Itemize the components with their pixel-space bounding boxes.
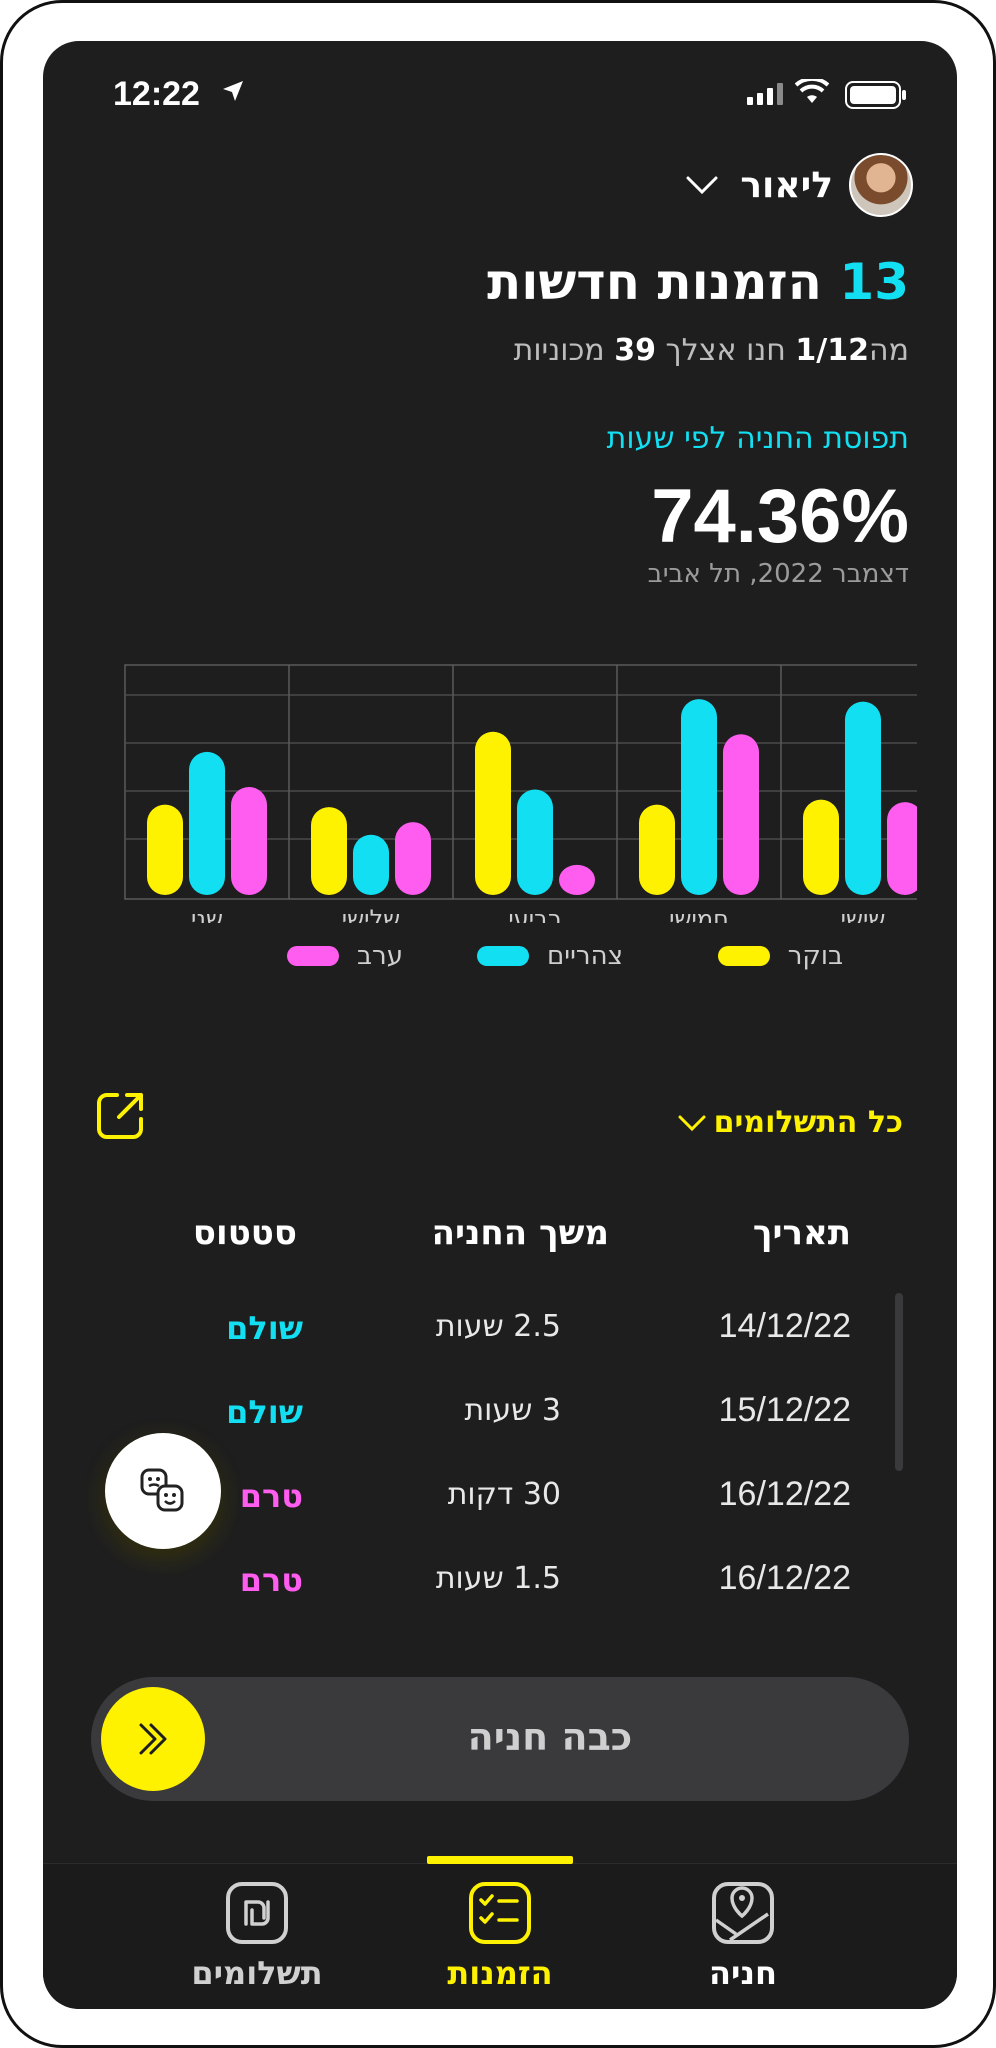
column-header-duration[interactable]: משך החניה bbox=[432, 1213, 609, 1253]
chevron-down-icon bbox=[686, 176, 718, 195]
legend-swatch-evening bbox=[287, 946, 340, 966]
chart-bar bbox=[517, 789, 553, 895]
row-date: 14/12/22 bbox=[718, 1307, 851, 1345]
new-bookings-title: 13 הזמנות חדשות bbox=[487, 253, 909, 311]
tab-parking[interactable]: חניה bbox=[643, 1880, 843, 1992]
parking-summary: מה1/12 חנו אצלך 39 מכוניות bbox=[514, 333, 909, 368]
chart-category-label: רביעי bbox=[508, 905, 561, 923]
tab-label-payments: תשלומים bbox=[191, 1954, 323, 1992]
row-duration: 3 שעות bbox=[464, 1393, 561, 1428]
chart-bar bbox=[231, 787, 267, 895]
slider-label: כבה חניה bbox=[467, 1715, 633, 1759]
new-bookings-label: הזמנות חדשות bbox=[487, 253, 822, 311]
summary-prefix: מה bbox=[869, 333, 909, 368]
occupancy-bar-chart: שני שלישי רביעי חמישי שישי bbox=[124, 664, 917, 923]
table-scrollbar[interactable] bbox=[895, 1293, 903, 1471]
chart-bar bbox=[311, 807, 347, 895]
location-arrow-icon bbox=[223, 81, 243, 101]
summary-suffix: מכוניות bbox=[513, 333, 605, 368]
wifi-icon bbox=[795, 79, 829, 103]
row-duration: 1.5 שעות bbox=[435, 1561, 561, 1596]
avatar[interactable] bbox=[849, 153, 913, 217]
summary-date: 1/12 bbox=[795, 333, 870, 368]
row-date: 16/12/22 bbox=[718, 1559, 851, 1597]
chart-legend: בוקר צהריים ערב bbox=[203, 941, 843, 985]
tab-bookings[interactable]: הזמנות bbox=[400, 1880, 600, 1992]
legend-swatch-morning bbox=[717, 946, 770, 966]
payments-filter-dropdown[interactable]: כל התשלומים bbox=[678, 1105, 903, 1140]
signal-icon bbox=[747, 83, 783, 105]
occupancy-label: תפוסת החניה לפי שעות bbox=[606, 421, 909, 456]
chart-bar bbox=[475, 731, 511, 895]
tab-payments[interactable]: תשלומים bbox=[157, 1880, 357, 1992]
row-date: 16/12/22 bbox=[718, 1475, 851, 1513]
checklist-icon bbox=[469, 1882, 531, 1944]
row-date: 15/12/22 bbox=[718, 1391, 851, 1429]
new-bookings-count: 13 bbox=[839, 253, 909, 311]
chevron-down-icon bbox=[678, 1115, 706, 1131]
chart-bar bbox=[559, 864, 595, 895]
user-switcher[interactable]: ליאור bbox=[686, 153, 913, 217]
chart-bar bbox=[395, 822, 431, 895]
legend-label-noon: צהריים bbox=[547, 941, 623, 971]
row-status: טרם bbox=[239, 1561, 303, 1599]
occupancy-value: 74.36% bbox=[651, 474, 909, 559]
tab-label-bookings: הזמנות bbox=[447, 1954, 553, 1992]
chart-bar bbox=[147, 804, 183, 895]
chart-bar bbox=[189, 751, 225, 895]
chart-category-label: שני bbox=[191, 905, 223, 923]
legend-item-evening: ערב bbox=[287, 941, 403, 971]
chart-bar bbox=[723, 734, 759, 895]
export-icon[interactable] bbox=[93, 1089, 147, 1143]
battery-icon bbox=[845, 81, 906, 109]
payments-filter-label: כל התשלומים bbox=[713, 1105, 903, 1140]
legend-label-morning: בוקר bbox=[787, 941, 843, 971]
chart-category-label: שלישי bbox=[342, 905, 400, 923]
column-header-status[interactable]: סטטוס bbox=[193, 1213, 297, 1253]
legend-swatch-noon bbox=[477, 946, 530, 966]
occupancy-period: דצמבר 2022, תל אביב bbox=[647, 559, 909, 589]
chart-bar bbox=[845, 701, 881, 895]
emoji-faces-icon bbox=[140, 1468, 184, 1512]
row-status: שולם bbox=[226, 1393, 303, 1431]
support-chat-button[interactable] bbox=[105, 1433, 221, 1549]
status-time: 12:22 bbox=[113, 75, 200, 113]
chart-bar bbox=[681, 699, 717, 895]
legend-item-morning: בוקר bbox=[717, 941, 843, 971]
bottom-tab-bar: חניה הזמנות תשלומים bbox=[43, 1856, 957, 2009]
stop-parking-slider[interactable]: כבה חניה bbox=[91, 1677, 909, 1801]
app-screen: 12:22 ליאור 13 הזמנות חדשות מה1/12 חנו א… bbox=[43, 41, 957, 2009]
row-duration: 30 דקות bbox=[447, 1477, 561, 1512]
summary-cars-count: 39 bbox=[614, 333, 656, 368]
legend-item-noon: צהריים bbox=[477, 941, 623, 971]
row-status: שולם bbox=[226, 1309, 303, 1347]
chart-category-label: חמישי bbox=[669, 905, 729, 923]
row-duration: 2.5 שעות bbox=[435, 1309, 561, 1344]
legend-label-evening: ערב bbox=[357, 941, 403, 971]
map-pin-icon bbox=[712, 1882, 774, 1944]
chart-bar bbox=[353, 834, 389, 895]
active-tab-indicator bbox=[427, 1856, 573, 1864]
device-frame: 12:22 ליאור 13 הזמנות חדשות מה1/12 חנו א… bbox=[0, 0, 996, 2048]
tab-label-parking: חניה bbox=[709, 1954, 777, 1992]
chart-category-label: שישי bbox=[841, 905, 886, 923]
chart-bar bbox=[887, 802, 917, 895]
column-header-date[interactable]: תאריך bbox=[753, 1213, 851, 1253]
shekel-icon bbox=[226, 1882, 288, 1944]
chart-bar bbox=[639, 804, 675, 895]
summary-mid: חנו אצלך bbox=[665, 333, 786, 368]
row-status: טרם bbox=[239, 1477, 303, 1515]
user-name: ליאור bbox=[740, 164, 833, 206]
chart-bar bbox=[803, 799, 839, 895]
